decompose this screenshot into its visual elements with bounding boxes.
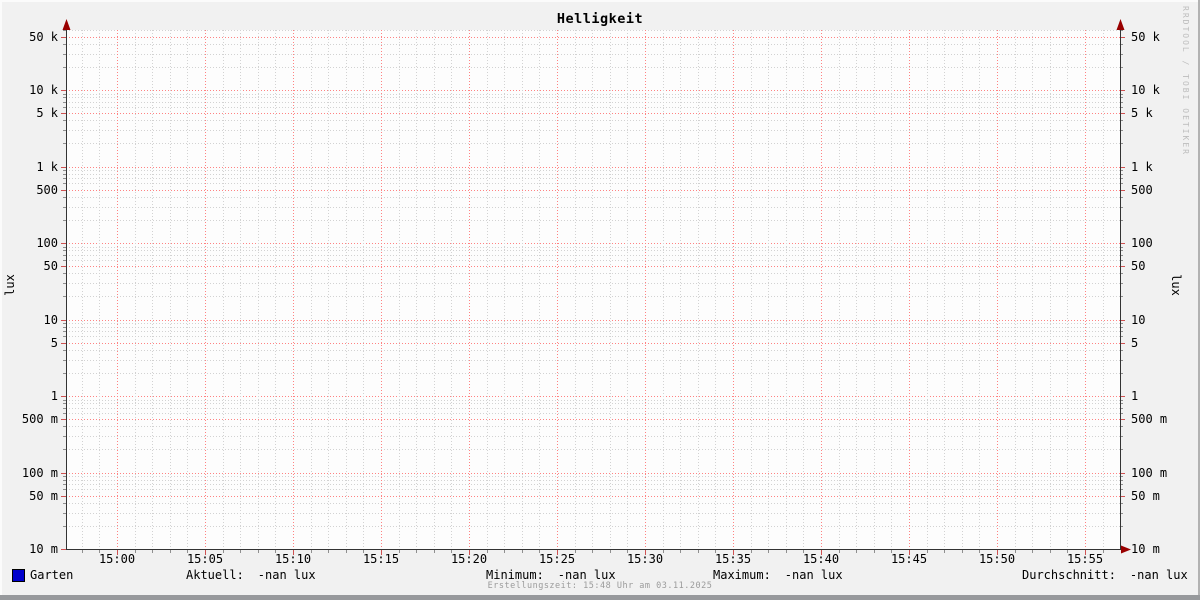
y-tick-label-right: 10 m [1131,542,1160,556]
y-tick-label-right: 50 k [1131,30,1160,44]
legend-swatch [12,569,25,582]
y-tick-label-left: 1 [50,389,58,403]
stat-durchschnitt-value: -nan lux [1129,568,1188,582]
x-tick-label: 15:25 [538,552,576,566]
x-tick-label: 15:05 [186,552,224,566]
stat-minimum-value: -nan lux [557,568,616,582]
y-tick-label-right: 100 [1131,236,1153,250]
y-tick-label-right: 500 [1131,183,1153,197]
y-tick-label-left: 500 m [21,412,58,426]
y-tick-label-right: 100 m [1131,466,1168,480]
grid-and-axes [61,19,1131,555]
y-tick-label-right: 1 k [1131,160,1153,174]
x-tick-label: 15:40 [802,552,840,566]
stat-aktuell: Aktuell: -nan lux [186,568,316,582]
x-tick-label: 15:30 [626,552,664,566]
graph-title: Helligkeit [556,11,644,27]
legend-row: Garten Aktuell: -nan lux Minimum: -nan lux… [0,568,1200,583]
y-tick-label-left: 5 k [36,106,58,120]
stat-minimum-label: Minimum: [486,568,544,582]
y-tick-label-left: 1 k [36,160,58,174]
y-tick-label-left: 10 k [29,83,58,97]
stat-minimum: Minimum: -nan lux [486,568,616,582]
y-tick-label-left: 50 [43,259,58,273]
y-tick-label-left: 100 m [21,466,58,480]
stat-aktuell-label: Aktuell: [186,568,244,582]
y-tick-label-left: 5 [50,336,58,350]
y-tick-label-right: 1 [1131,389,1139,403]
stat-aktuell-value: -nan lux [257,568,316,582]
y-tick-label-right: 5 [1131,336,1139,350]
y-tick-label-right: 500 m [1131,412,1168,426]
y-tick-label-left: 10 [43,313,58,327]
y-tick-label-right: 10 k [1131,83,1160,97]
bevel-edge-left [0,0,2,600]
x-tick-label: 15:45 [890,552,928,566]
stat-durchschnitt-label: Durchschnitt: [1022,568,1116,582]
y-tick-label-right: 5 k [1131,106,1153,120]
y-tick-label-left: 100 [36,236,58,250]
stat-maximum-label: Maximum: [713,568,771,582]
rrdtool-watermark: RRDTOOL / TOBI OETIKER [1181,6,1190,156]
plot-area [61,19,1131,555]
x-tick-label: 15:35 [714,552,752,566]
stat-maximum: Maximum: -nan lux [713,568,843,582]
x-tick-label: 15:20 [450,552,488,566]
x-tick-label: 15:15 [362,552,400,566]
y-tick-label-left: 50 k [29,30,58,44]
x-tick-label: 15:00 [98,552,136,566]
rrdtool-graph: Helligkeit lux lux RRDTOOL / TOBI OETIKE… [0,0,1200,600]
y-tick-label-left: 50 m [29,489,58,503]
y-tick-label-right: 50 m [1131,489,1160,503]
stat-maximum-value: -nan lux [784,568,843,582]
bevel-edge-bottom [0,595,1200,600]
x-tick-label: 15:10 [274,552,312,566]
y-tick-label-right: 50 [1131,259,1146,273]
bevel-edge-top [0,0,1200,2]
y-tick-label-left: 500 [36,183,58,197]
y-tick-label-right: 10 [1131,313,1146,327]
x-tick-label: 15:55 [1066,552,1104,566]
legend-series-label: Garten [30,568,74,582]
x-tick-label: 15:50 [978,552,1016,566]
stat-durchschnitt: Durchschnitt: -nan lux [1022,568,1188,582]
y-tick-label-left: 10 m [29,542,58,556]
